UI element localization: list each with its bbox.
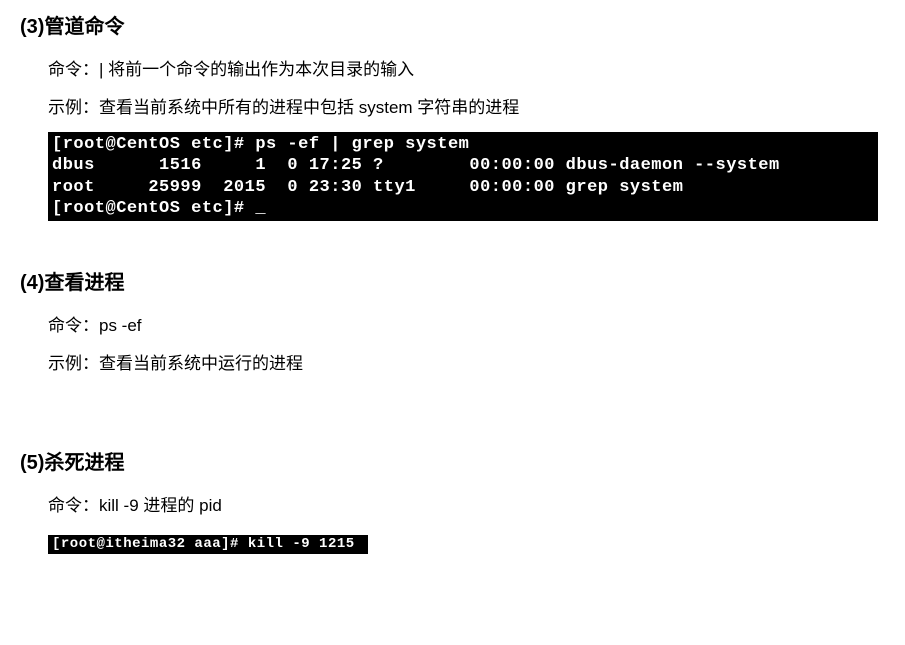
terminal-output: [root@itheima32 aaa]# kill -9 1215 — [48, 535, 368, 555]
section-heading: (4)查看进程 — [20, 266, 885, 295]
section-view-process: (4)查看进程 命令：ps -ef 示例：查看当前系统中运行的进程 — [20, 266, 885, 376]
section-title: 杀死进程 — [44, 452, 124, 474]
section-heading: (3)管道命令 — [20, 10, 885, 39]
section-body: 命令：kill -9 进程的 pid [root@itheima32 aaa]#… — [20, 493, 885, 554]
command-line: 命令：kill -9 进程的 pid — [48, 493, 885, 519]
terminal-output: [root@CentOS etc]# ps -ef | grep system … — [48, 132, 878, 221]
command-line: 命令：ps -ef — [48, 313, 885, 339]
example-line: 示例：查看当前系统中运行的进程 — [48, 351, 885, 377]
example-line: 示例：查看当前系统中所有的进程中包括 system 字符串的进程 — [48, 95, 885, 121]
command-line: 命令：| 将前一个命令的输出作为本次目录的输入 — [48, 57, 885, 83]
section-title: 管道命令 — [44, 16, 124, 38]
section-body: 命令：| 将前一个命令的输出作为本次目录的输入 示例：查看当前系统中所有的进程中… — [20, 57, 885, 221]
section-pipe-command: (3)管道命令 命令：| 将前一个命令的输出作为本次目录的输入 示例：查看当前系… — [20, 10, 885, 221]
section-heading: (5)杀死进程 — [20, 446, 885, 475]
section-number: (5) — [20, 452, 44, 474]
section-number: (3) — [20, 16, 44, 38]
section-body: 命令：ps -ef 示例：查看当前系统中运行的进程 — [20, 313, 885, 376]
section-number: (4) — [20, 272, 44, 294]
section-kill-process: (5)杀死进程 命令：kill -9 进程的 pid [root@itheima… — [20, 446, 885, 554]
section-title: 查看进程 — [44, 272, 124, 294]
